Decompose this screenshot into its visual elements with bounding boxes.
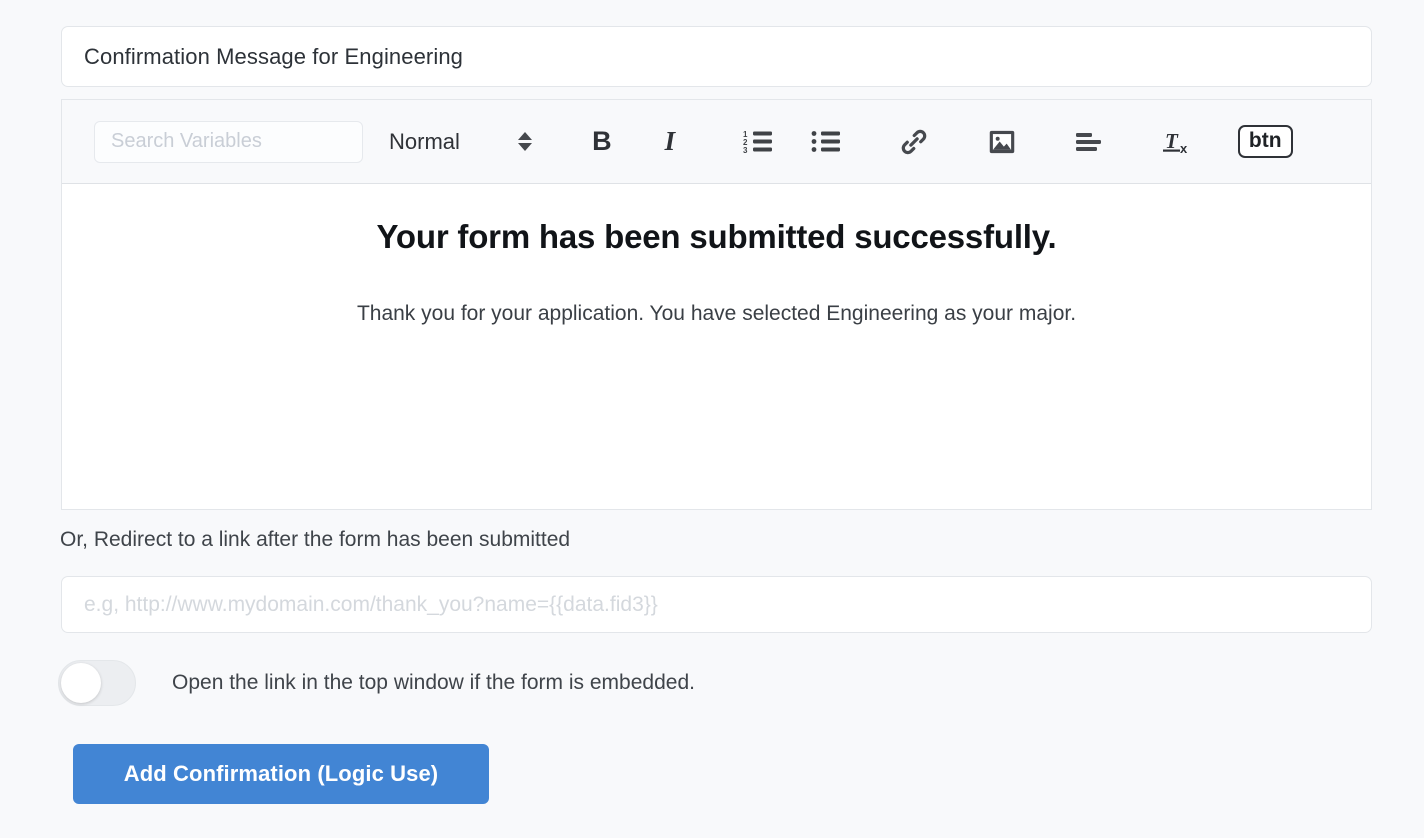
bullet-list-icon xyxy=(811,129,841,155)
bold-label: B xyxy=(592,126,612,157)
italic-button[interactable]: I xyxy=(648,117,692,167)
confirmation-settings-panel: Confirmation Message for Engineering Sea… xyxy=(0,0,1424,838)
search-variables-input[interactable]: Search Variables xyxy=(94,121,363,163)
editor-paragraph: Thank you for your application. You have… xyxy=(102,256,1331,326)
chevron-updown-icon xyxy=(518,132,532,151)
clear-formatting-button[interactable]: T x xyxy=(1156,117,1200,167)
top-window-toggle[interactable] xyxy=(58,660,136,706)
svg-text:3: 3 xyxy=(743,146,748,155)
confirmation-title-input[interactable]: Confirmation Message for Engineering xyxy=(61,26,1372,87)
redirect-url-input[interactable]: e.g, http://www.mydomain.com/thank_you?n… xyxy=(61,576,1372,633)
align-button[interactable] xyxy=(1068,117,1112,167)
svg-text:T: T xyxy=(1165,129,1179,153)
format-dropdown-value: Normal xyxy=(389,129,460,155)
top-window-toggle-row: Open the link in the top window if the f… xyxy=(58,660,695,706)
rich-text-editor: Search Variables Normal B I 1 2 xyxy=(61,99,1372,510)
link-icon xyxy=(899,127,929,157)
button-chip-label: btn xyxy=(1238,125,1293,158)
image-icon xyxy=(988,129,1016,155)
bold-button[interactable]: B xyxy=(580,117,624,167)
insert-image-button[interactable] xyxy=(980,117,1024,167)
format-dropdown[interactable]: Normal xyxy=(389,117,532,167)
insert-button-button[interactable]: btn xyxy=(1238,117,1293,167)
ordered-list-icon: 1 2 3 xyxy=(743,129,773,155)
italic-label: I xyxy=(665,126,676,157)
redirect-url-placeholder: e.g, http://www.mydomain.com/thank_you?n… xyxy=(84,593,658,617)
top-window-toggle-label: Open the link in the top window if the f… xyxy=(172,671,695,695)
insert-link-button[interactable] xyxy=(892,117,936,167)
toggle-knob xyxy=(61,663,101,703)
editor-heading: Your form has been submitted successfull… xyxy=(102,210,1331,256)
align-left-icon xyxy=(1075,130,1105,154)
editor-content-area[interactable]: Your form has been submitted successfull… xyxy=(62,184,1371,509)
search-variables-placeholder: Search Variables xyxy=(111,130,262,153)
ordered-list-button[interactable]: 1 2 3 xyxy=(736,117,780,167)
redirect-label: Or, Redirect to a link after the form ha… xyxy=(60,528,570,552)
add-confirmation-button[interactable]: Add Confirmation (Logic Use) xyxy=(73,744,489,804)
svg-text:x: x xyxy=(1180,141,1188,156)
editor-toolbar: Search Variables Normal B I 1 2 xyxy=(62,100,1371,184)
bullet-list-button[interactable] xyxy=(804,117,848,167)
confirmation-title-value: Confirmation Message for Engineering xyxy=(84,44,463,70)
clear-formatting-icon: T x xyxy=(1161,127,1195,157)
